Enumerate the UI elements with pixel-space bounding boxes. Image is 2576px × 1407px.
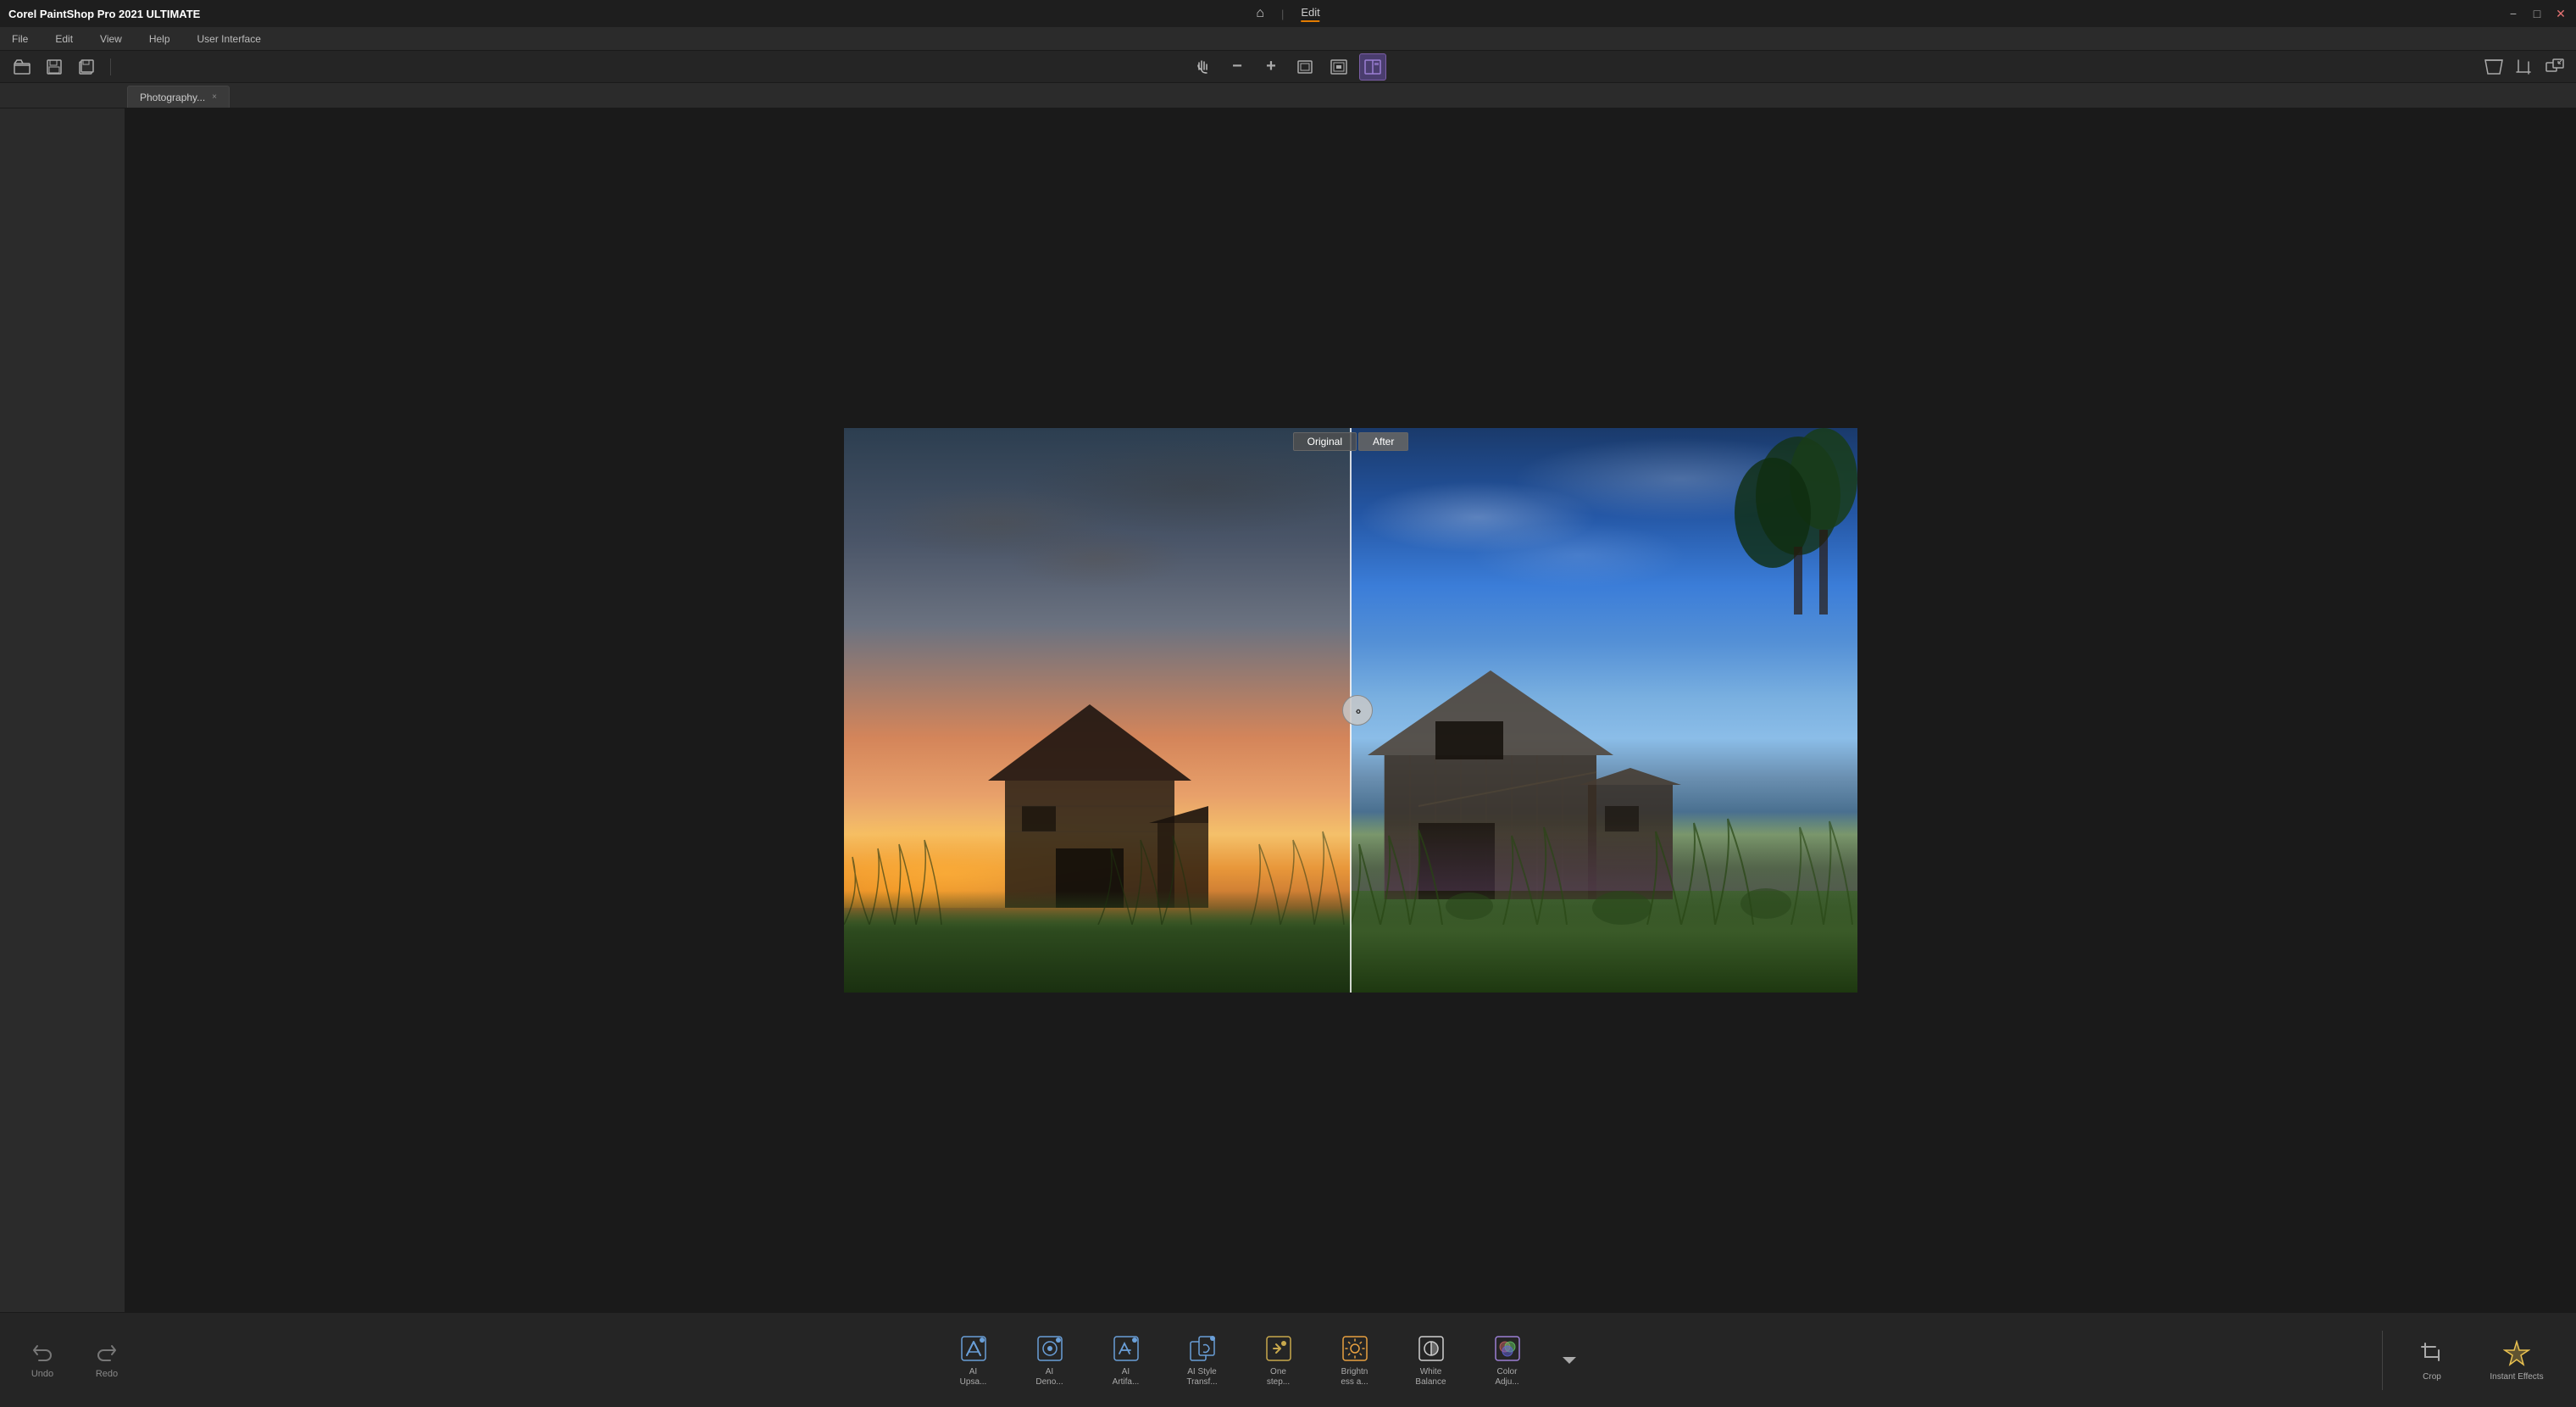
redo-label: Redo [96,1369,118,1379]
original-image-panel [844,428,1351,993]
split-view-tool[interactable] [1359,53,1386,81]
ai-style-label: AI StyleTransf... [1186,1367,1217,1388]
tab-bar: Photography... × [0,83,2576,108]
toolbar-right-separator [2382,1331,2383,1390]
one-step-label: Onestep... [1267,1367,1290,1388]
title-center: ⌂ | Edit [1256,6,1319,22]
after-label: After [1358,432,1408,451]
resize-icon[interactable] [2542,54,2568,80]
original-image [844,428,1351,993]
ai-denoise-button[interactable]: AIDeno... [1012,1322,1088,1399]
bottom-toolbar: Undo Redo AIUpsa... [0,1312,2576,1407]
original-clouds [844,428,1351,665]
menu-file[interactable]: File [7,31,33,47]
title-text: Corel PaintShop Pro 2021 ULTIMATE [8,8,200,20]
instant-effects-button[interactable]: Instant Effects [2474,1322,2559,1399]
original-label: Original [1293,432,1357,451]
ai-artifact-icon [1111,1333,1141,1364]
grass-reeds-svg [844,823,1351,925]
close-button[interactable]: ✕ [2554,7,2568,20]
window-controls: − □ ✕ [2507,7,2568,20]
tab-close-button[interactable]: × [212,92,217,102]
ai-style-icon [1187,1333,1218,1364]
ai-denoise-label: AIDeno... [1035,1367,1063,1388]
menu-edit[interactable]: Edit [50,31,78,47]
one-step-icon [1263,1333,1294,1364]
canvas-area: Original After [125,108,2576,1312]
restore-button[interactable]: □ [2530,7,2544,20]
undo-label: Undo [31,1369,53,1379]
after-grass-svg [1351,806,1857,925]
undo-redo-section: Undo Redo [17,1342,132,1379]
undo-icon [31,1342,54,1367]
brightness-button[interactable]: Brightness a... [1317,1322,1393,1399]
bottom-tools-row: AIUpsa... AIDeno... [153,1322,2375,1399]
title-divider: | [1281,8,1284,20]
crop-label: Crop [2423,1372,2441,1382]
ai-denoise-icon [1035,1333,1065,1364]
menu-user-interface[interactable]: User Interface [192,31,266,47]
undo-button[interactable]: Undo [17,1342,68,1379]
perspective-icon[interactable] [2481,54,2507,80]
white-balance-label: WhiteBalance [1415,1367,1446,1388]
minimize-button[interactable]: − [2507,7,2520,20]
one-step-button[interactable]: Onestep... [1241,1322,1317,1399]
redo-button[interactable]: Redo [81,1342,132,1379]
crop-button[interactable]: Crop [2390,1322,2474,1399]
ai-upscale-icon [958,1333,989,1364]
active-tab[interactable]: Photography... × [127,86,230,108]
brightness-icon [1340,1333,1370,1364]
open-button[interactable] [10,55,34,79]
actual-size-tool[interactable] [1325,53,1352,81]
ai-upscale-label: AIUpsa... [960,1367,987,1388]
trees-svg [1688,428,1857,699]
fit-window-tool[interactable] [1291,53,1319,81]
home-icon[interactable]: ⌂ [1256,6,1264,21]
color-adjust-label: ColorAdju... [1495,1367,1518,1388]
left-panel [0,108,125,1312]
instant-effects-label: Instant Effects [2490,1372,2543,1382]
brightness-label: Brightness a... [1341,1367,1368,1388]
crop-icon[interactable] [2512,54,2537,80]
split-view-container: Original After [844,428,1857,993]
ai-style-button[interactable]: AI StyleTransf... [1164,1322,1241,1399]
menu-bar: File Edit View Help User Interface [0,27,2576,51]
ai-artifact-button[interactable]: AIArtifa... [1088,1322,1164,1399]
color-adjust-button[interactable]: ColorAdju... [1469,1322,1546,1399]
view-labels: Original After [844,432,1857,451]
save-button[interactable] [42,55,66,79]
ai-upscale-button[interactable]: AIUpsa... [935,1322,1012,1399]
white-balance-icon [1416,1333,1446,1364]
white-balance-button[interactable]: WhiteBalance [1393,1322,1469,1399]
color-adjust-icon [1492,1333,1523,1364]
instant-effects-icon [2501,1338,2532,1369]
save-all-button[interactable] [75,55,98,79]
zoom-in-tool[interactable]: + [1257,53,1285,81]
after-image [1351,428,1857,993]
toolbar-separator [110,58,111,75]
menu-view[interactable]: View [95,31,127,47]
ai-artifact-label: AIArtifa... [1113,1367,1140,1388]
zoom-out-tool[interactable]: − [1224,53,1251,81]
crop-tool-icon [2417,1338,2447,1369]
redo-icon [95,1342,119,1367]
app-title: Corel PaintShop Pro 2021 ULTIMATE [8,8,200,20]
pan-tool[interactable] [1190,53,1217,81]
split-drag-handle[interactable]: ‹› [1342,695,1373,726]
title-bar: Corel PaintShop Pro 2021 ULTIMATE ⌂ | Ed… [0,0,2576,27]
edit-mode-button[interactable]: Edit [1301,6,1319,22]
after-image-panel [1351,428,1857,993]
menu-help[interactable]: Help [144,31,175,47]
main-toolbar: − + [0,51,2576,83]
tab-label: Photography... [140,92,205,103]
more-tools-button[interactable] [1552,1343,1586,1377]
